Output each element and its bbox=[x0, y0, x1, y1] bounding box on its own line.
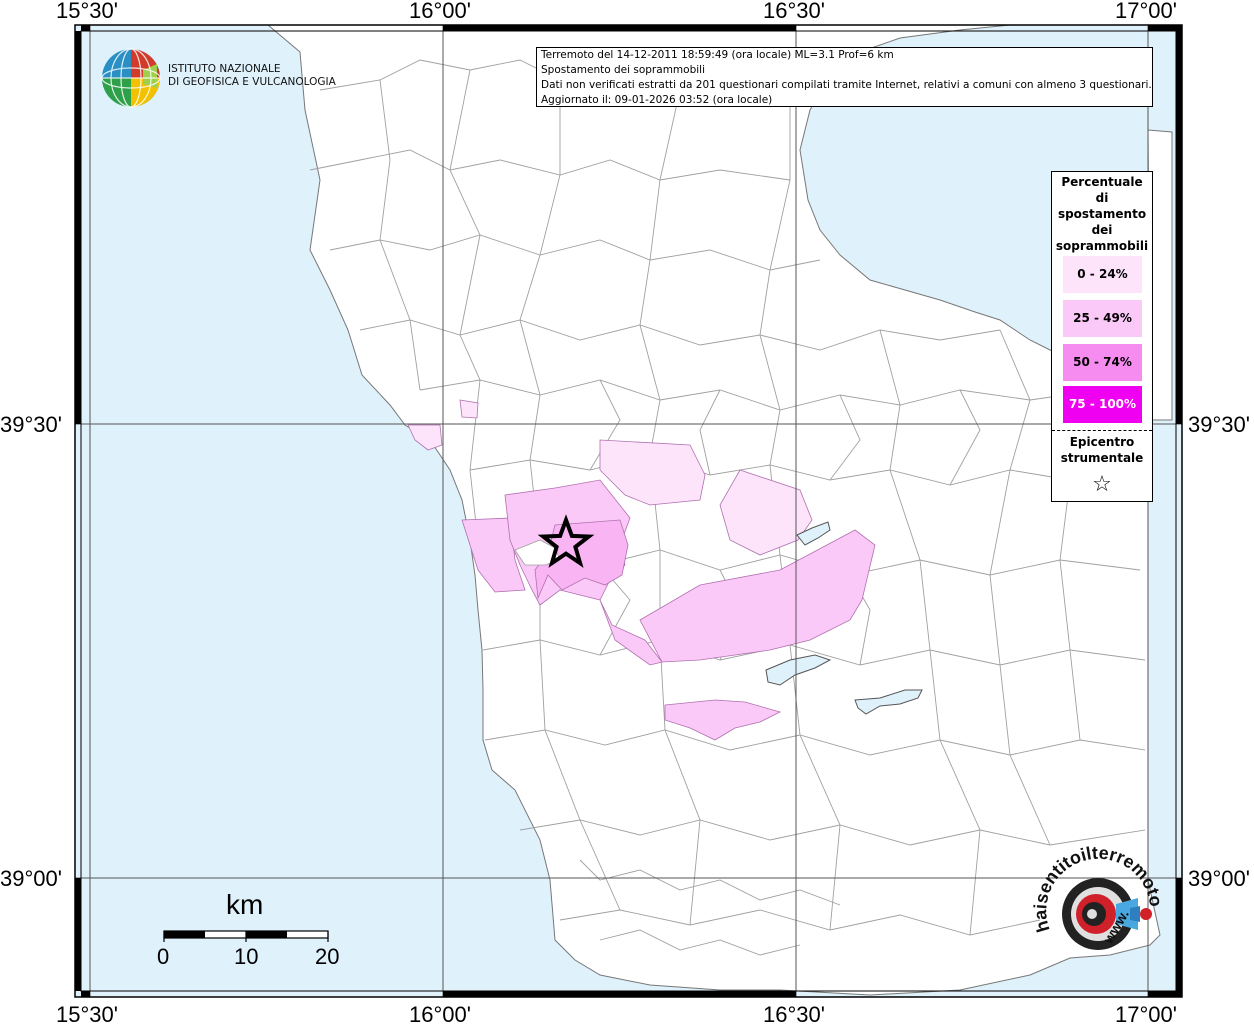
legend-title-line: spostamento bbox=[1057, 207, 1147, 221]
legend-class-0-24: 0 - 24% bbox=[1063, 256, 1142, 293]
legend: Percentuale di spostamento dei soprammob… bbox=[1051, 171, 1153, 502]
coord-right-3900: 39°00' bbox=[1188, 866, 1250, 891]
coord-bottom-1630: 16°30' bbox=[763, 1002, 825, 1027]
scale-label-10: 10 bbox=[234, 944, 259, 969]
coord-top-1600: 16°00' bbox=[409, 0, 471, 23]
coord-bottom-1600: 16°00' bbox=[409, 1002, 471, 1027]
legend-title-line: Percentuale bbox=[1061, 175, 1143, 189]
ingv-logo-text: ISTITUTO NAZIONALE DI GEOFISICA E VULCAN… bbox=[168, 63, 336, 89]
event-info-box: Terremoto del 14-12-2011 18:59:49 (ora l… bbox=[536, 47, 1153, 107]
coord-left-3900: 39°00' bbox=[0, 866, 62, 891]
legend-epicenter-line: strumentale bbox=[1060, 451, 1144, 465]
event-info-line-1: Terremoto del 14-12-2011 18:59:49 (ora l… bbox=[541, 49, 894, 61]
scale-label-0: 0 bbox=[157, 944, 170, 969]
event-info-line-4: Aggiornato il: 09-01-2026 03:52 (ora loc… bbox=[541, 94, 773, 106]
coord-top-1630: 16°30' bbox=[763, 0, 825, 23]
legend-title-line: di bbox=[1095, 191, 1109, 205]
ingv-line-1: ISTITUTO NAZIONALE bbox=[168, 63, 281, 75]
map-canvas: haisentitoilterremoto.it bbox=[0, 0, 1183, 998]
ingv-line-2: DI GEOFISICA E VULCANOLOGIA bbox=[168, 76, 336, 88]
legend-title-line: dei bbox=[1091, 223, 1113, 237]
scale-unit: km bbox=[226, 889, 264, 920]
coord-bottom-1700: 17°00' bbox=[1115, 1002, 1177, 1027]
legend-epicenter-label: Epicentro strumentale bbox=[1052, 434, 1152, 466]
legend-title-line: soprammobili bbox=[1055, 239, 1149, 253]
coord-left-3930: 39°30' bbox=[0, 412, 62, 437]
legend-star-icon: ☆ bbox=[1092, 472, 1112, 497]
legend-class-75-100: 75 - 100% bbox=[1063, 386, 1142, 423]
coord-bottom-1530: 15°30' bbox=[56, 1002, 118, 1027]
area-class-0-24 bbox=[459, 399, 479, 419]
event-info-line-2: Spostamento dei soprammobili bbox=[541, 64, 705, 76]
event-info-line-3: Dati non verificati estratti da 201 ques… bbox=[541, 79, 1152, 91]
legend-separator bbox=[1052, 430, 1152, 431]
legend-title: Percentuale di spostamento dei soprammob… bbox=[1052, 174, 1152, 254]
legend-class-25-49: 25 - 49% bbox=[1063, 300, 1142, 337]
coord-top-1700: 17°00' bbox=[1115, 0, 1177, 23]
scale-label-20: 20 bbox=[315, 944, 340, 969]
ingv-logo-globe bbox=[101, 48, 161, 108]
legend-class-50-74: 50 - 74% bbox=[1063, 344, 1142, 381]
coord-right-3930: 39°30' bbox=[1188, 412, 1250, 437]
coord-top-1530: 15°30' bbox=[56, 0, 118, 23]
legend-epicenter-line: Epicentro bbox=[1069, 435, 1135, 449]
